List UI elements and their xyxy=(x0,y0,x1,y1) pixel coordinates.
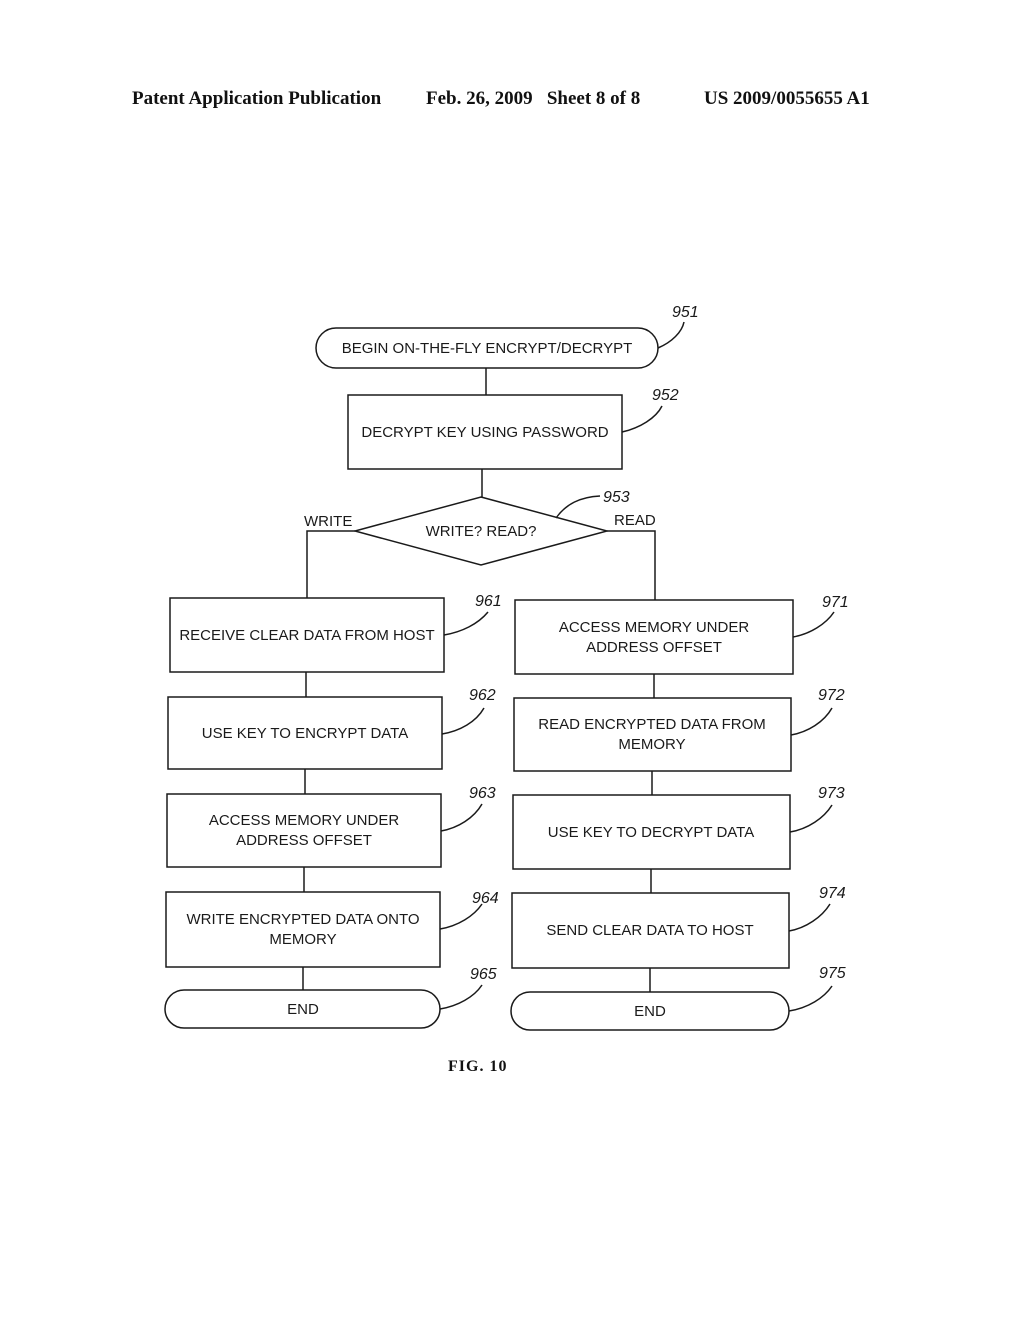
decision-label: WRITE? READ? xyxy=(426,523,537,540)
connector-write-branch xyxy=(306,530,355,598)
leader-951 xyxy=(657,321,685,349)
flowchart: BEGIN ON-THE-FLY ENCRYPT/DECRYPT DECRYPT… xyxy=(164,304,849,1031)
leader-971 xyxy=(792,611,835,638)
connector-read-branch xyxy=(607,530,656,600)
write-step-964-line-1: WRITE ENCRYPTED DATA ONTO xyxy=(186,911,419,928)
leader-965 xyxy=(439,984,483,1010)
read-step-974-line-1: SEND CLEAR DATA TO HOST xyxy=(546,922,753,939)
ref-961: 961 xyxy=(475,593,502,610)
leader-975 xyxy=(788,985,833,1012)
write-step-962-line-1: USE KEY TO ENCRYPT DATA xyxy=(202,725,408,742)
write-step-964-line-2: MEMORY xyxy=(269,931,336,948)
ref-951: 951 xyxy=(672,304,699,321)
read-step-972-line-2: MEMORY xyxy=(618,736,685,753)
read-step-971-line-1: ACCESS MEMORY UNDER xyxy=(559,619,749,636)
process-box-964 xyxy=(165,891,441,968)
process-box-971 xyxy=(514,599,794,675)
start-label: BEGIN ON-THE-FLY ENCRYPT/DECRYPT xyxy=(342,340,633,357)
write-step-963-line-2: ADDRESS OFFSET xyxy=(236,832,372,849)
decrypt-key-label: DECRYPT KEY USING PASSWORD xyxy=(361,424,608,441)
read-step-972-line-1: READ ENCRYPTED DATA FROM xyxy=(538,716,766,733)
ref-962: 962 xyxy=(469,687,496,704)
leader-963 xyxy=(440,803,483,832)
leader-952 xyxy=(621,405,663,433)
ref-965: 965 xyxy=(470,966,497,983)
leader-953 xyxy=(555,495,601,519)
leader-972 xyxy=(790,707,833,736)
ref-964: 964 xyxy=(472,890,499,907)
write-step-965-line-1: END xyxy=(287,1001,319,1018)
ref-971: 971 xyxy=(822,594,849,611)
write-step-963-line-1: ACCESS MEMORY UNDER xyxy=(209,812,399,829)
leader-961 xyxy=(443,611,489,636)
read-step-973-line-1: USE KEY TO DECRYPT DATA xyxy=(548,824,754,841)
ref-973: 973 xyxy=(818,785,845,802)
leader-973 xyxy=(789,804,833,833)
read-branch-label: READ xyxy=(614,512,656,529)
leader-974 xyxy=(788,903,831,932)
ref-975: 975 xyxy=(819,965,846,982)
process-box-963 xyxy=(166,793,442,868)
ref-952: 952 xyxy=(652,387,679,404)
write-step-961-line-1: RECEIVE CLEAR DATA FROM HOST xyxy=(179,627,434,644)
ref-963: 963 xyxy=(469,785,496,802)
figure-label: FIG. 10 xyxy=(448,1058,508,1075)
read-step-971-line-2: ADDRESS OFFSET xyxy=(586,639,722,656)
ref-953: 953 xyxy=(603,489,630,506)
leader-962 xyxy=(441,707,485,735)
leader-964 xyxy=(439,903,483,930)
process-box-972 xyxy=(513,697,792,772)
read-step-975-line-1: END xyxy=(634,1003,666,1020)
ref-974: 974 xyxy=(819,885,846,902)
write-branch-label: WRITE xyxy=(304,513,352,530)
ref-972: 972 xyxy=(818,687,845,704)
